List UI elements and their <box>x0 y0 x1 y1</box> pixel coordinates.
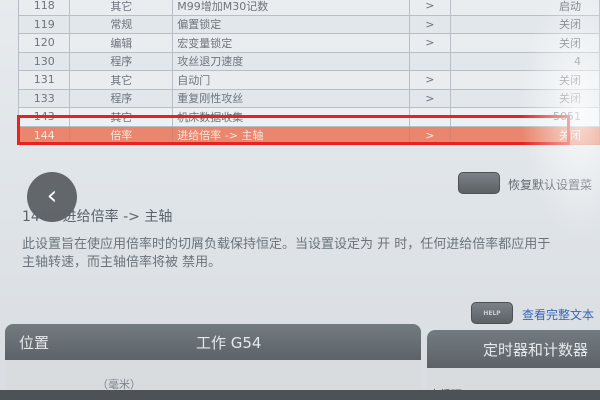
timer-header: 定时器和计数器 <box>427 330 600 368</box>
setting-arrow-icon <box>408 107 451 127</box>
chevron-left-icon: ‹ <box>46 180 58 211</box>
setting-number: 119 <box>17 14 71 34</box>
setting-arrow-icon: > <box>408 0 451 16</box>
settings-table: 118 其它 M99增加M30记数 > 启动 119 常规 偏置锁定 > 关闭 120 编辑 宏变量锁定… <box>17 0 600 145</box>
timer-title: 定时器和计数器 <box>483 340 589 359</box>
setting-group: 其它 <box>69 0 174 16</box>
settings-row[interactable]: 130 程序 攻丝退刀速度 4 <box>17 51 600 71</box>
setting-value: 4 <box>449 51 600 71</box>
setting-arrow-icon: > <box>408 33 451 53</box>
settings-row[interactable]: 119 常规 偏置锁定 > 关闭 <box>17 14 600 34</box>
setting-group: 倍率 <box>69 125 174 145</box>
setting-description: 机床数据收集 <box>172 107 410 127</box>
setting-description: 进给倍率 -> 主轴 <box>172 125 410 145</box>
settings-row[interactable]: 133 程序 重复刚性攻丝 > 关闭 <box>17 88 600 108</box>
setting-number: 120 <box>17 33 71 53</box>
setting-number: 130 <box>17 51 71 71</box>
help-button[interactable]: HELP <box>471 302 513 324</box>
setting-description: 攻丝退刀速度 <box>172 51 410 71</box>
position-panel: 位置 工作 G54 （毫米） 加载 <box>5 324 421 400</box>
help-title: 144 - 进给倍率 -> 主轴 <box>22 209 173 225</box>
setting-group: 常规 <box>69 14 174 34</box>
setting-group: 编辑 <box>69 33 174 53</box>
setting-arrow-icon: > <box>408 14 451 34</box>
position-title: 位置 <box>19 333 50 352</box>
setting-value: 关闭 <box>449 125 600 145</box>
setting-arrow-icon: > <box>408 70 451 90</box>
view-full-text-link[interactable]: 查看完整文本 <box>522 306 594 323</box>
help-button-label: HELP <box>483 309 501 317</box>
setting-number: 144 <box>17 125 71 145</box>
setting-group: 其它 <box>69 107 174 127</box>
setting-number: 118 <box>17 0 71 16</box>
restore-defaults-label: 恢复默认设置菜 <box>508 178 593 192</box>
settings-row[interactable]: 131 其它 自动门 > 关闭 <box>17 70 600 90</box>
setting-description: M99增加M30记数 <box>172 0 410 16</box>
setting-value: 关闭 <box>449 33 600 53</box>
setting-value: 关闭 <box>449 88 600 108</box>
settings-row[interactable]: 143 其它 机床数据收集 5051 <box>17 107 600 127</box>
work-offset-label: 工作 G54 <box>196 334 262 352</box>
setting-description: 偏置锁定 <box>172 14 410 34</box>
settings-row[interactable]: 120 编辑 宏变量锁定 > 关闭 <box>17 33 600 53</box>
setting-number: 131 <box>17 70 71 90</box>
setting-description: 自动门 <box>172 70 410 90</box>
setting-number: 143 <box>17 107 71 127</box>
setting-value: 启动 <box>449 0 600 16</box>
setting-value: 关闭 <box>449 70 600 90</box>
help-text: 此设置旨在使应用倍率时的切屑负载保持恒定。当设置设定为 开 时，任何进给倍率都应… <box>22 237 551 270</box>
setting-group: 程序 <box>69 51 174 71</box>
setting-arrow-icon: > <box>408 125 451 145</box>
bezel <box>0 390 600 400</box>
setting-description: 宏变量锁定 <box>172 33 410 53</box>
restore-defaults-button[interactable] <box>458 172 500 194</box>
settings-row[interactable]: 118 其它 M99增加M30记数 > 启动 <box>17 0 600 16</box>
setting-description: 重复刚性攻丝 <box>172 88 410 108</box>
setting-group: 程序 <box>69 88 174 108</box>
control-screen: 118 其它 M99增加M30记数 > 启动 119 常规 偏置锁定 > 关闭 120 编辑 宏变量锁定… <box>0 0 600 400</box>
settings-row[interactable]: 144 倍率 进给倍率 -> 主轴 > 关闭 <box>17 125 600 145</box>
setting-number: 133 <box>17 88 71 108</box>
setting-arrow-icon <box>408 51 451 71</box>
setting-arrow-icon: > <box>408 88 451 108</box>
setting-value: 关闭 <box>449 14 600 34</box>
setting-value: 5051 <box>449 107 600 127</box>
position-header: 位置 工作 G54 <box>5 324 421 360</box>
setting-group: 其它 <box>69 70 174 90</box>
